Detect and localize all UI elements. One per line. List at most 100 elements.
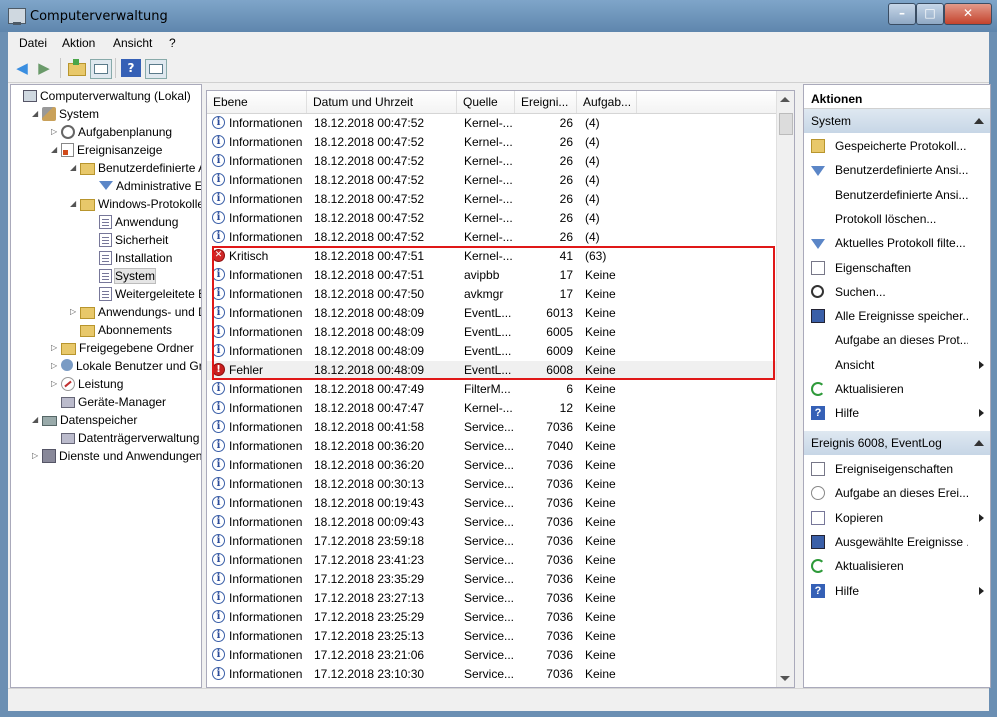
event-row[interactable]: i Informationen 17.12.2018 23:27:13 Service…: [207, 589, 777, 608]
action-item[interactable]: Aufgabe an dieses Prot...: [804, 328, 990, 352]
menu-datei[interactable]: Datei: [19, 36, 47, 50]
column-header-ebene[interactable]: Ebene: [207, 91, 307, 113]
action-item[interactable]: Ansicht: [804, 353, 990, 377]
tree-item[interactable]: ◢ System: [32, 105, 99, 123]
show-hide-action-pane-icon[interactable]: [145, 59, 167, 79]
event-row[interactable]: i Informationen 17.12.2018 23:59:18 Service…: [207, 532, 777, 551]
tree-item[interactable]: ◢ Benutzerdefinierte A: [70, 159, 201, 177]
tree-expander-icon[interactable]: ▷: [51, 357, 61, 375]
menu-ansicht[interactable]: Ansicht: [113, 36, 152, 50]
event-row[interactable]: i Informationen 18.12.2018 00:36:20 Service…: [207, 456, 777, 475]
action-item[interactable]: Ereigniseigenschaften: [804, 457, 990, 481]
column-header-aufgabe[interactable]: Aufgab...: [577, 91, 637, 113]
tree-item[interactable]: ▷ Lokale Benutzer und Gr: [51, 357, 201, 375]
event-row[interactable]: i Informationen 18.12.2018 00:48:09 EventL.…: [207, 342, 777, 361]
tree-item[interactable]: ◢ Datenspeicher: [32, 411, 137, 429]
tree-item[interactable]: Administrative E: [89, 177, 201, 195]
close-button[interactable]: ✕: [944, 3, 992, 25]
event-row[interactable]: i Informationen 17.12.2018 23:41:23 Service…: [207, 551, 777, 570]
event-row[interactable]: i Informationen 18.12.2018 00:47:52 Kernel-…: [207, 171, 777, 190]
scroll-thumb[interactable]: [779, 113, 793, 135]
collapse-caret-icon[interactable]: [974, 440, 984, 446]
action-item[interactable]: Kopieren: [804, 506, 990, 530]
show-hide-console-tree-icon[interactable]: [90, 59, 112, 79]
event-row[interactable]: i Informationen 18.12.2018 00:47:49 FilterM…: [207, 380, 777, 399]
tree-item[interactable]: ▷ Anwendungs- und D: [70, 303, 201, 321]
collapse-caret-icon[interactable]: [974, 118, 984, 124]
scroll-up-arrow-icon[interactable]: [780, 97, 790, 102]
tree-expander-icon[interactable]: ◢: [32, 411, 42, 429]
title-bar[interactable]: Computerverwaltung – □ ✕: [0, 0, 997, 32]
tree-item[interactable]: Geräte-Manager: [51, 393, 166, 411]
scroll-down-arrow-icon[interactable]: [780, 676, 790, 681]
actions-section-system[interactable]: System: [804, 109, 990, 133]
action-item[interactable]: ? Hilfe: [804, 579, 990, 603]
menu-aktion[interactable]: Aktion: [62, 36, 95, 50]
event-row[interactable]: i Informationen 18.12.2018 00:47:52 Kernel-…: [207, 228, 777, 247]
tree-item[interactable]: Abonnements: [70, 321, 172, 339]
action-item[interactable]: ? Hilfe: [804, 401, 990, 425]
event-row[interactable]: i Informationen 18.12.2018 00:47:51 avipbb 1…: [207, 266, 777, 285]
column-header-quelle[interactable]: Quelle: [457, 91, 515, 113]
event-row[interactable]: i Informationen 18.12.2018 00:36:20 Service…: [207, 437, 777, 456]
tree-expander-icon[interactable]: ◢: [70, 195, 80, 213]
action-item[interactable]: Aktualisieren: [804, 377, 990, 401]
tree-item[interactable]: Sicherheit: [89, 231, 168, 249]
event-row[interactable]: i Informationen 17.12.2018 23:25:13 Service…: [207, 627, 777, 646]
tree-item[interactable]: Weitergeleitete E: [89, 285, 201, 303]
tree-expander-icon[interactable]: ▷: [51, 339, 61, 357]
column-header-ereignis-id[interactable]: Ereigni...: [515, 91, 577, 113]
event-row[interactable]: i Informationen 18.12.2018 00:19:43 Service…: [207, 494, 777, 513]
event-row[interactable]: i Informationen 17.12.2018 23:21:06 Service…: [207, 646, 777, 665]
tree-expander-icon[interactable]: ◢: [70, 159, 80, 177]
back-arrow-icon[interactable]: ◀: [12, 59, 32, 77]
event-row[interactable]: i Informationen 18.12.2018 00:47:47 Kernel-…: [207, 399, 777, 418]
minimize-button[interactable]: –: [888, 3, 916, 25]
action-item[interactable]: Benutzerdefinierte Ansi...: [804, 158, 990, 182]
tree-expander-icon[interactable]: ▷: [51, 123, 61, 141]
forward-arrow-icon[interactable]: ▶: [34, 59, 54, 77]
tree-item[interactable]: Installation: [89, 249, 172, 267]
event-row[interactable]: i Informationen 17.12.2018 23:25:29 Service…: [207, 608, 777, 627]
event-row[interactable]: i Informationen 17.12.2018 23:35:29 Service…: [207, 570, 777, 589]
column-header-datum[interactable]: Datum und Uhrzeit: [307, 91, 457, 113]
event-row[interactable]: i Informationen 18.12.2018 00:47:52 Kernel-…: [207, 133, 777, 152]
tree-expander-icon[interactable]: ◢: [32, 105, 42, 123]
tree-item[interactable]: Computerverwaltung (Lokal): [13, 87, 191, 105]
vertical-scrollbar[interactable]: [776, 91, 794, 687]
tree-item[interactable]: ▷ Dienste und Anwendungen: [32, 447, 201, 465]
action-item[interactable]: Aufgabe an dieses Erei...: [804, 481, 990, 505]
action-item[interactable]: Ausgewählte Ereignisse ...: [804, 530, 990, 554]
event-row[interactable]: i Informationen 18.12.2018 00:48:09 EventL.…: [207, 323, 777, 342]
event-row[interactable]: i Informationen 18.12.2018 00:41:58 Service…: [207, 418, 777, 437]
actions-section-event[interactable]: Ereignis 6008, EventLog: [804, 431, 990, 455]
event-row[interactable]: i Informationen 18.12.2018 00:30:13 Service…: [207, 475, 777, 494]
event-row[interactable]: i Informationen 18.12.2018 00:48:09 EventL.…: [207, 304, 777, 323]
help-icon[interactable]: ?: [121, 59, 141, 77]
event-row[interactable]: i Informationen 18.12.2018 00:09:43 Service…: [207, 513, 777, 532]
event-row[interactable]: i Informationen 18.12.2018 00:47:52 Kernel-…: [207, 114, 777, 133]
tree-item[interactable]: Anwendung: [89, 213, 178, 231]
tree-item[interactable]: ▷ Leistung: [51, 375, 123, 393]
event-row[interactable]: ! Fehler 18.12.2018 00:48:09 EventL... 6008 K…: [207, 361, 777, 380]
up-folder-icon[interactable]: [66, 59, 86, 77]
menu-help[interactable]: ?: [169, 36, 176, 50]
event-row[interactable]: i Informationen 18.12.2018 00:47:50 avkmgr 1…: [207, 285, 777, 304]
tree-item[interactable]: ◢ Ereignisanzeige: [51, 141, 162, 159]
tree-expander-icon[interactable]: ▷: [51, 375, 61, 393]
tree-item[interactable]: Datenträgerverwaltung: [51, 429, 199, 447]
tree-expander-icon[interactable]: ▷: [70, 303, 80, 321]
action-item[interactable]: Protokoll löschen...: [804, 207, 990, 231]
event-row[interactable]: i Informationen 18.12.2018 00:47:52 Kernel-…: [207, 152, 777, 171]
action-item[interactable]: Suchen...: [804, 280, 990, 304]
event-row[interactable]: i Informationen 18.12.2018 00:47:52 Kernel-…: [207, 190, 777, 209]
action-item[interactable]: Benutzerdefinierte Ansi...: [804, 183, 990, 207]
tree-expander-icon[interactable]: ▷: [32, 447, 42, 465]
tree-item[interactable]: ◢ Windows-Protokolle: [70, 195, 201, 213]
action-item[interactable]: Gespeicherte Protokoll...: [804, 134, 990, 158]
tree-item[interactable]: ▷ Aufgabenplanung: [51, 123, 172, 141]
tree-item[interactable]: System: [89, 267, 157, 285]
tree-item[interactable]: ▷ Freigegebene Ordner: [51, 339, 194, 357]
action-item[interactable]: Aktuelles Protokoll filte...: [804, 231, 990, 255]
action-item[interactable]: Eigenschaften: [804, 256, 990, 280]
